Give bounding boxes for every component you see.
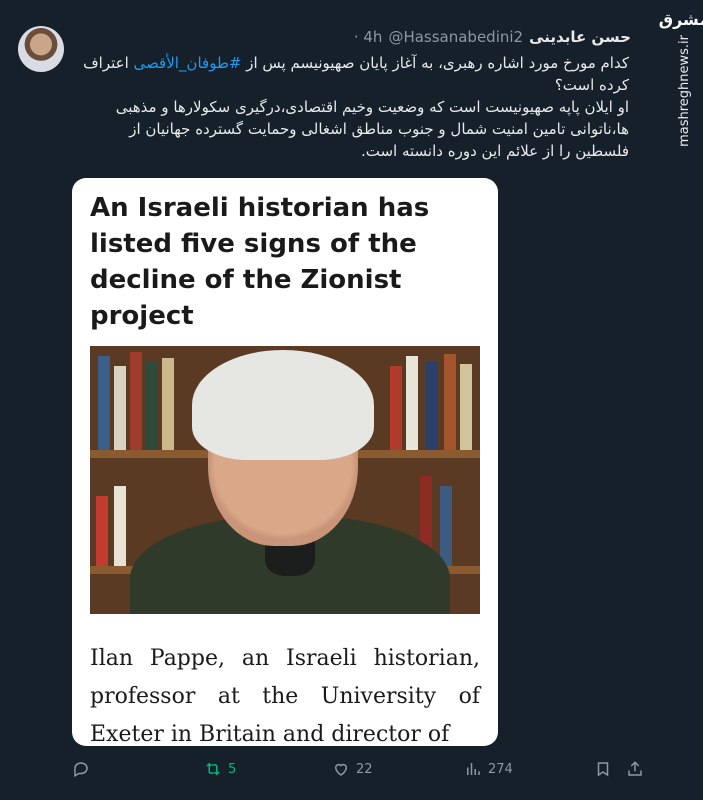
like-icon [334, 763, 348, 776]
tweet-text: کدام مورخ مورد اشاره رهبری، به آغاز پایا… [76, 52, 629, 162]
tweet-text-line2: او ایلان پاپه صهیونیست است که وضعیت وخیم… [115, 98, 629, 160]
share-icon [628, 761, 642, 776]
author-name[interactable]: حسن عابدینی [529, 28, 631, 46]
retweet-button[interactable]: 5 [204, 760, 236, 778]
watermark-site: mashreghnews.ir [676, 35, 692, 147]
book [444, 354, 456, 450]
retweet-icon [206, 762, 220, 776]
card-article-text: Ilan Pappe, an Israeli historian, profes… [90, 646, 480, 746]
hashtag-link[interactable]: #طوفان_الأقصی [134, 54, 242, 72]
retweet-count: 5 [228, 761, 237, 777]
tweet-text-part: کدام مورخ مورد اشاره رهبری، به آغاز پایا… [241, 54, 629, 72]
tweet-text-line1: کدام مورخ مورد اشاره رهبری، به آغاز پایا… [76, 52, 629, 96]
views-count: 274 [488, 761, 513, 777]
watermark: مشرق mashreghnews.ir [659, 10, 703, 147]
card-headline: An Israeli historian has listed five sig… [90, 193, 430, 331]
book [146, 362, 158, 450]
book [114, 486, 126, 566]
like-count: 22 [356, 761, 373, 777]
tweet-header: حسن عابدینی @Hassanabedini2 · 4h [354, 28, 631, 46]
views-icon [467, 763, 480, 775]
book [426, 362, 438, 450]
author-handle[interactable]: @Hassanabedini2 [388, 28, 523, 46]
book [440, 486, 452, 566]
book [390, 366, 402, 450]
views-button[interactable]: 274 [464, 760, 513, 778]
book [98, 356, 110, 450]
bookmark-icon [597, 762, 609, 777]
avatar[interactable] [18, 26, 64, 72]
book [130, 352, 142, 450]
reply-icon [74, 762, 88, 778]
book [460, 364, 472, 450]
historian-photo [90, 346, 480, 614]
book [162, 358, 174, 450]
book [406, 356, 418, 450]
book [114, 366, 126, 450]
person-hair [192, 350, 374, 460]
reply-button[interactable] [72, 760, 96, 778]
watermark-logo: مشرق [658, 10, 703, 29]
tweet-actions: 5 22 274 [72, 756, 650, 786]
bookmark-button[interactable] [594, 760, 612, 778]
tweet-time[interactable]: · 4h [354, 28, 383, 46]
share-button[interactable] [626, 760, 644, 778]
like-button[interactable]: 22 [332, 760, 373, 778]
media-card[interactable]: An Israeli historian has listed five sig… [72, 178, 498, 746]
book [96, 496, 108, 566]
